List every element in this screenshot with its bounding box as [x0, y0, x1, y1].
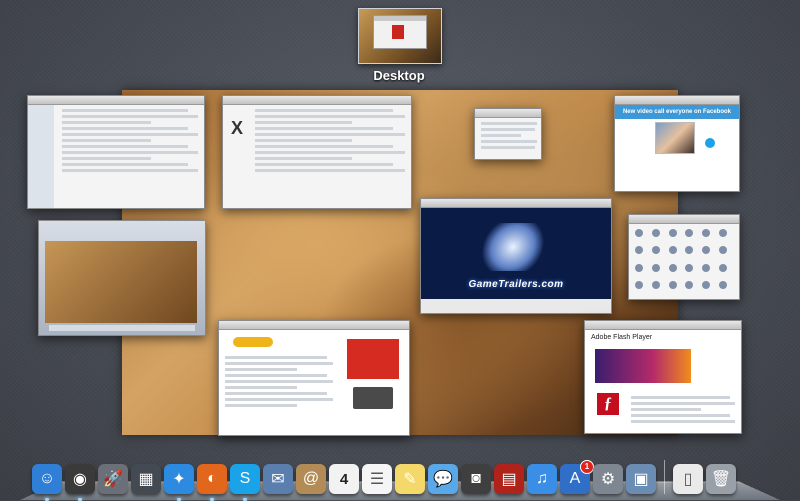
adobe-flash-window[interactable]: Adobe Flash Player ƒ — [584, 320, 742, 434]
skype-glyph: S — [239, 470, 251, 487]
window-titlebar — [223, 96, 411, 105]
forum-browser-window[interactable]: X — [222, 95, 412, 209]
trash-glyph: 🗑 — [710, 471, 732, 488]
photo-booth-glyph: ▤ — [501, 471, 517, 488]
ical-glyph: 4 — [339, 470, 349, 488]
window-titlebar — [421, 199, 611, 208]
trash-icon[interactable]: 🗑 — [706, 464, 736, 494]
launchpad-icon[interactable]: 🚀 — [98, 464, 128, 494]
system-preferences-window[interactable] — [628, 214, 740, 300]
gametrailers-logo — [478, 223, 548, 271]
safari-glyph: ✦ — [172, 471, 186, 488]
notes-glyph: ✎ — [403, 471, 417, 488]
ical-icon[interactable]: 4 — [329, 464, 359, 494]
skype-icon — [705, 138, 715, 148]
flash-content — [625, 393, 741, 433]
photo-booth-icon[interactable]: ▤ — [494, 464, 524, 494]
adobe-revel-banner — [595, 349, 691, 383]
safari-icon[interactable]: ✦ — [164, 464, 194, 501]
dashboard-icon[interactable]: ◉ — [65, 464, 95, 501]
dashboard-glyph: ◉ — [73, 471, 87, 488]
gametrailers-window[interactable]: GameTrailers.com — [420, 198, 612, 314]
gametrailers-footer — [421, 299, 611, 313]
facetime-icon[interactable]: ◙ — [461, 464, 491, 494]
finder-glyph: ☺ — [38, 470, 56, 487]
mission-control-glyph: ▦ — [138, 471, 154, 488]
preview-icon[interactable]: ▣ — [626, 464, 656, 494]
imageshack-window[interactable] — [218, 320, 410, 436]
facebook-banner: New video call everyone on Facebook — [615, 105, 739, 119]
gametrailers-text: GameTrailers.com — [468, 279, 564, 290]
document-icon[interactable]: ▯ — [673, 464, 703, 494]
document-glyph: ▯ — [683, 471, 693, 488]
desktop-screenshot-window[interactable] — [38, 220, 206, 336]
dock: ☺ ◉ 🚀 ▦ ✦ ◐ S ✉ @4 ☰ ✎ 💬 ◙ ▤ ♫ A 1 ⚙ ▣ ▯ 🗑 — [32, 454, 736, 501]
laptop-ad-image — [353, 387, 393, 409]
app-store-badge: 1 — [580, 460, 594, 474]
firefox-glyph: ◐ — [207, 470, 217, 487]
screenshot-image — [45, 241, 197, 323]
video-call-photo — [655, 122, 695, 154]
forum-content — [249, 106, 411, 208]
window-titlebar — [585, 321, 741, 330]
skype-icon[interactable]: S — [230, 464, 260, 501]
preference-icons — [635, 229, 733, 295]
skype-facebook-window[interactable]: New video call everyone on Facebook — [614, 95, 740, 192]
system-preferences-glyph: ⚙ — [600, 471, 616, 488]
address-book-glyph: @ — [302, 470, 320, 487]
mission-control-icon[interactable]: ▦ — [131, 464, 161, 494]
dialog-window[interactable] — [474, 108, 542, 160]
flash-page-title: Adobe Flash Player — [591, 334, 653, 341]
imageshack-content — [219, 353, 339, 435]
window-titlebar — [615, 96, 739, 105]
itunes-glyph: ♫ — [536, 470, 548, 487]
desktop-space-thumbnail[interactable] — [358, 8, 442, 64]
finder-sidebar — [28, 105, 54, 208]
launchpad-glyph: 🚀 — [103, 471, 123, 488]
messages-icon[interactable]: 💬 — [428, 464, 458, 494]
mini-dock — [49, 325, 195, 331]
preview-glyph: ▣ — [633, 471, 649, 488]
messages-glyph: 💬 — [433, 471, 453, 488]
system-preferences-icon[interactable]: ⚙ — [593, 464, 623, 494]
app-store-glyph: A — [569, 470, 581, 487]
imageshack-logo — [233, 337, 273, 347]
reminders-icon[interactable]: ☰ — [362, 464, 392, 494]
window-titlebar — [28, 96, 204, 105]
finder-icon[interactable]: ☺ — [32, 464, 62, 501]
window-titlebar — [629, 215, 739, 224]
window-titlebar — [475, 109, 541, 118]
window-titlebar — [219, 321, 409, 330]
dialog-content — [475, 119, 541, 159]
app-store-icon[interactable]: A1 — [560, 460, 594, 494]
flash-logo-icon: ƒ — [597, 393, 619, 415]
address-book-icon[interactable]: @ — [296, 464, 326, 494]
notes-icon[interactable]: ✎ — [395, 464, 425, 494]
mail-glyph: ✉ — [271, 471, 285, 488]
forum-avatar-x: X — [231, 118, 244, 138]
reminders-glyph: ☰ — [369, 471, 385, 488]
mini-window — [373, 15, 427, 49]
finder-window[interactable] — [27, 95, 205, 209]
file-list — [56, 106, 204, 208]
firefox-icon[interactable]: ◐ — [197, 464, 227, 501]
facetime-glyph: ◙ — [471, 470, 481, 487]
imageshack-ad — [347, 339, 399, 379]
itunes-icon[interactable]: ♫ — [527, 464, 557, 494]
dock-separator — [664, 460, 665, 494]
desktop-space-label: Desktop — [373, 68, 425, 83]
mail-icon[interactable]: ✉ — [263, 464, 293, 494]
